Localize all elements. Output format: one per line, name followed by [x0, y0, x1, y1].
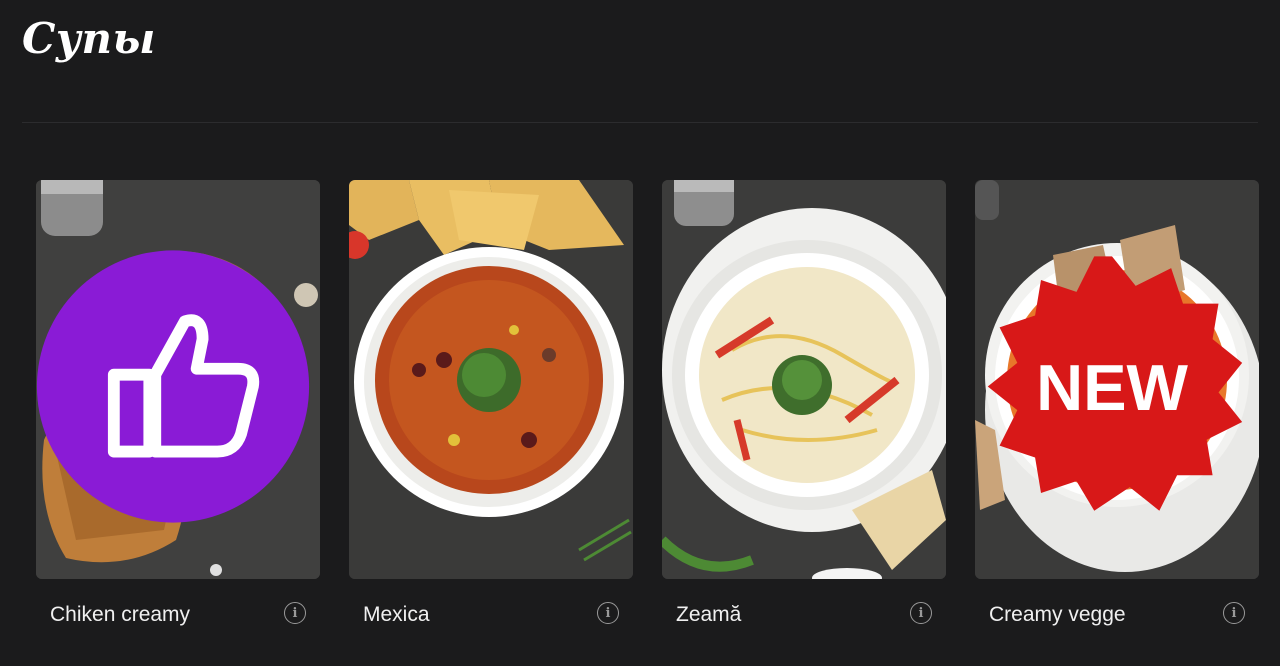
- product-footer: Creamy vegge i: [975, 602, 1259, 627]
- chicken-noodle-soup-image: [662, 180, 946, 579]
- product-image-mexica[interactable]: [349, 180, 633, 579]
- new-badge-icon: NEW: [987, 256, 1243, 511]
- info-icon[interactable]: i: [597, 602, 619, 624]
- product-footer: Chiken creamy i: [36, 602, 320, 627]
- product-image-creamy-vegge[interactable]: NEW: [975, 180, 1259, 579]
- product-footer: Mexica i: [349, 602, 633, 627]
- product-card-chiken-creamy[interactable]: Chiken creamy i: [36, 180, 320, 627]
- red-bean-soup-image: [349, 180, 633, 579]
- product-card-zeama[interactable]: Zeamă i: [662, 180, 946, 627]
- soups-page: Супы Chiken creamy i Mexica i Zeamă i NE…: [0, 0, 1280, 666]
- info-icon[interactable]: i: [910, 602, 932, 624]
- page-title: Супы: [22, 14, 156, 63]
- product-card-mexica[interactable]: Mexica i: [349, 180, 633, 627]
- info-icon[interactable]: i: [284, 602, 306, 624]
- product-name[interactable]: Zeamă: [676, 603, 741, 627]
- product-name[interactable]: Mexica: [363, 603, 430, 627]
- product-footer: Zeamă i: [662, 602, 946, 627]
- info-icon[interactable]: i: [1223, 602, 1245, 624]
- product-name[interactable]: Chiken creamy: [50, 603, 190, 627]
- product-image-chiken-creamy[interactable]: [36, 180, 320, 579]
- product-card-creamy-vegge[interactable]: NEW Creamy vegge i: [975, 180, 1259, 627]
- product-image-zeama[interactable]: [662, 180, 946, 579]
- product-name[interactable]: Creamy vegge: [989, 603, 1126, 627]
- header-divider: [22, 122, 1258, 123]
- thumbs-up-icon: [36, 250, 310, 523]
- product-grid: Chiken creamy i Mexica i Zeamă i NEW Cre…: [36, 180, 1262, 627]
- new-badge-text: NEW: [1036, 351, 1188, 424]
